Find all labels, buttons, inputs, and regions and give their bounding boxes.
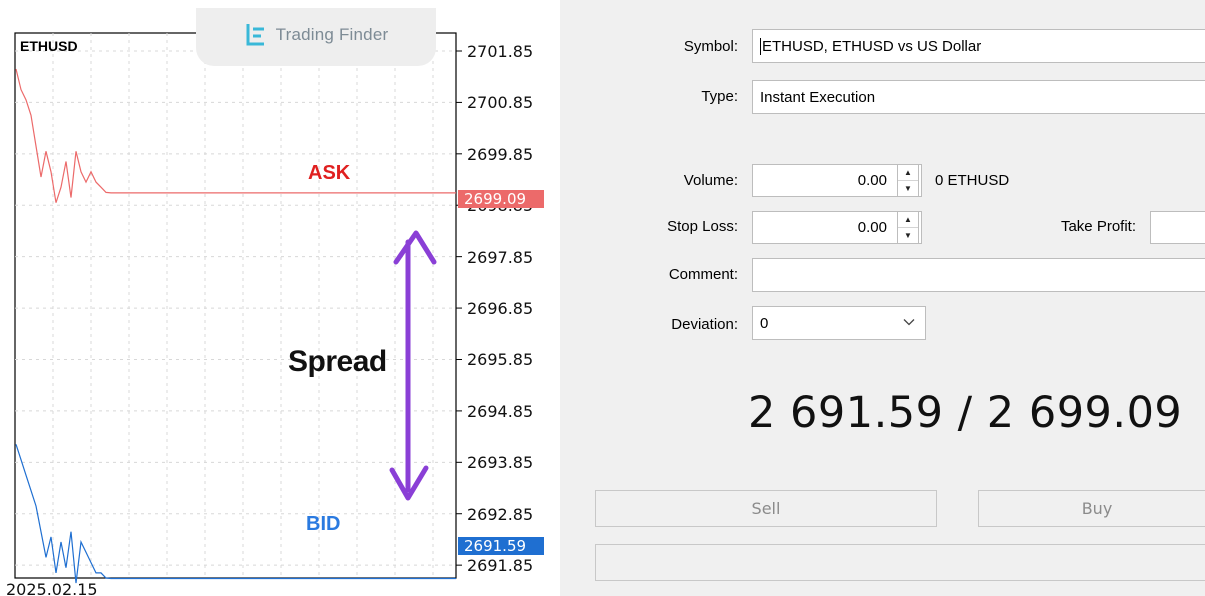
bid-price-tag: 2691.59 — [458, 537, 544, 555]
price-axis-label: 2701.85 — [467, 41, 534, 61]
comment-label: Comment: — [668, 266, 738, 283]
increment-icon[interactable]: ▲ — [898, 165, 918, 181]
price-axis-label: 2691.85 — [467, 556, 534, 576]
price-axis — [455, 33, 462, 578]
price-axis-label: 2694.85 — [467, 401, 534, 421]
volume-value: 0.00 — [857, 172, 887, 189]
symbol-select[interactable]: ETHUSD, ETHUSD vs US Dollar — [752, 29, 1205, 63]
type-value: Instant Execution — [760, 88, 876, 106]
decrement-icon[interactable]: ▼ — [898, 181, 918, 196]
ask-price-tag: 2699.09 — [458, 190, 544, 208]
volume-stepper[interactable]: ▲ ▼ — [897, 164, 919, 197]
spread-arrow — [389, 230, 437, 501]
date-axis-label: 2025.02.15 — [6, 580, 98, 596]
chart-grid — [15, 33, 456, 578]
spread-annotation: Spread — [288, 345, 387, 378]
bid-annotation: BID — [306, 513, 341, 535]
buy-button[interactable]: Buy — [978, 490, 1205, 527]
ask-annotation: ASK — [308, 162, 351, 184]
decrement-icon[interactable]: ▼ — [898, 228, 918, 243]
sell-button[interactable]: Sell — [595, 490, 937, 527]
volume-label: Volume: — [683, 172, 738, 189]
deviation-value: 0 — [760, 314, 769, 332]
symbol-value: ETHUSD, ETHUSD vs US Dollar — [762, 37, 982, 55]
price-axis-label: 2696.85 — [467, 299, 534, 319]
price-axis-label: 2697.85 — [467, 247, 534, 267]
watermark-text: Trading Finder — [275, 25, 389, 44]
comment-input[interactable] — [752, 258, 1205, 292]
stop-loss-value: 0.00 — [857, 219, 887, 236]
chart-panel: Trading Finder ETHUSD 2701.85 2700.85 2699… — [0, 0, 560, 596]
chevron-down-icon — [903, 319, 915, 326]
volume-unit: 0 ETHUSD — [935, 172, 1010, 189]
trading-finder-watermark: Trading Finder — [196, 8, 436, 66]
action-bar — [595, 544, 1205, 581]
take-profit-input[interactable] — [1150, 211, 1205, 244]
trading-finder-logo-icon — [246, 24, 264, 46]
type-select[interactable]: Instant Execution — [752, 80, 1205, 114]
symbol-label: Symbol: — [683, 38, 738, 55]
price-axis-label: 2692.85 — [467, 504, 534, 524]
price-axis-label: 2695.85 — [467, 350, 534, 370]
price-axis-label: 2700.85 — [467, 93, 534, 113]
price-axis-label: 2699.85 — [467, 144, 534, 164]
stop-loss-stepper[interactable]: ▲ ▼ — [897, 211, 919, 244]
deviation-select[interactable]: 0 — [752, 306, 926, 340]
chart-symbol: ETHUSD — [20, 38, 78, 54]
increment-icon[interactable]: ▲ — [898, 212, 918, 228]
plot-frame — [14, 32, 457, 579]
ask-price-line — [15, 68, 456, 203]
price-axis-label: 2693.85 — [467, 453, 534, 473]
text-caret — [760, 37, 761, 55]
take-profit-label: Take Profit: — [1060, 218, 1136, 235]
bid-ask-quote: 2 691.59 / 2 699.09 — [748, 388, 1183, 438]
deviation-label: Deviation: — [671, 316, 738, 333]
type-label: Type: — [701, 88, 738, 105]
bid-price-line — [15, 444, 456, 584]
stop-loss-label: Stop Loss: — [667, 218, 738, 235]
